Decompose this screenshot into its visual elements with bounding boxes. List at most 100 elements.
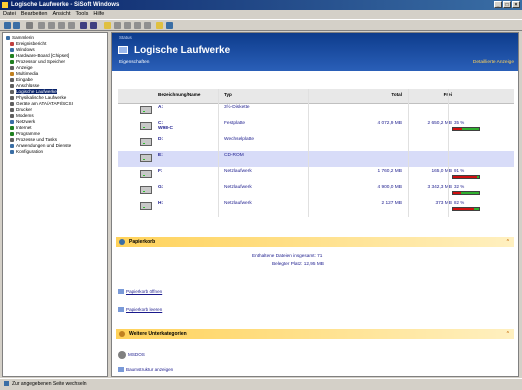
tree-icon (10, 47, 14, 52)
usage-bar-fill (453, 208, 475, 210)
drive-type: Netzlaufwerk (224, 201, 252, 206)
page-banner: Status Logische Laufwerke Eigenschaften … (112, 33, 518, 71)
usage-bar-fill (453, 192, 462, 194)
refresh-icon[interactable] (48, 22, 55, 29)
drive-icon (10, 89, 14, 94)
close-button[interactable]: × (512, 1, 520, 8)
table-row[interactable]: F: Netzlaufwerk 1 760,2 MB 165,0 MB 91 % (118, 167, 514, 183)
back-icon[interactable] (4, 22, 11, 29)
menu-edit[interactable]: Bearbeiten (21, 10, 48, 19)
help-icon[interactable] (166, 22, 173, 29)
folder-icon (119, 331, 125, 337)
column-divider (408, 89, 409, 217)
info-icon[interactable] (156, 22, 163, 29)
tree-icon (10, 59, 14, 64)
tree-icon (10, 53, 14, 58)
msdos-item[interactable]: MSDOS (118, 351, 145, 359)
recycle-bin-icon (118, 289, 124, 295)
drives-icon (118, 46, 128, 54)
view-icon[interactable] (134, 22, 141, 29)
drive-type: Festplatte (224, 121, 246, 126)
network-drive-icon (140, 170, 152, 178)
cdrom-drive-icon (140, 154, 152, 162)
tree-view-item[interactable]: Baumstruktur anzeigen (118, 367, 173, 373)
page-title: Logische Laufwerke (134, 45, 231, 56)
menu-help[interactable]: Hilfe (93, 10, 104, 19)
folder-icon[interactable] (104, 22, 111, 29)
table-row[interactable]: D: Wechselplatte (118, 135, 514, 151)
navigation-tree: Sammlerin Ereignisbericht Windows Hardwa… (2, 32, 108, 377)
open-recycle-bin-link[interactable]: Papierkorb öffnen (118, 289, 162, 295)
menu-file[interactable]: Datei (3, 10, 16, 19)
usage-bar-fill (453, 128, 463, 130)
save-icon[interactable] (80, 22, 87, 29)
properties-link[interactable]: Eigenschaften (119, 60, 149, 65)
column-header-type[interactable]: Typ (224, 92, 232, 97)
home-icon[interactable] (58, 22, 65, 29)
subcategories-section-header[interactable]: Weitere Unterkategorien ⌃ (116, 329, 514, 339)
usage-bar (452, 175, 480, 179)
maximize-button[interactable]: □ (503, 1, 511, 8)
print-icon[interactable] (90, 22, 97, 29)
drive-type: Netzlaufwerk (224, 185, 252, 190)
menu-tools[interactable]: Tools (76, 10, 89, 19)
stop-icon[interactable] (38, 22, 45, 29)
forward-icon[interactable] (13, 22, 20, 29)
table-row[interactable]: E: CD-ROM (118, 151, 514, 167)
drive-letter: D: (158, 137, 164, 142)
column-divider (218, 89, 219, 217)
column-header-name[interactable]: Bezeichnung/Name (158, 92, 200, 97)
drive-usage-percent: 35 % (454, 120, 465, 125)
collapse-icon[interactable]: ⌃ (506, 237, 510, 247)
menu-view[interactable]: Ansicht (52, 10, 70, 19)
main-panel: Status Logische Laufwerke Eigenschaften … (111, 32, 519, 377)
status-icon (4, 381, 9, 387)
search-icon[interactable] (68, 22, 75, 29)
empty-recycle-bin-link[interactable]: Papierkorb leeren (118, 307, 162, 313)
drive-letter: A: (158, 105, 164, 110)
copy-icon[interactable] (114, 22, 121, 29)
tree-node[interactable]: Konfiguration (10, 149, 43, 155)
drive-usage-percent: 82 % (454, 200, 465, 205)
paste-icon[interactable] (124, 22, 131, 29)
drive-letter: H: (158, 201, 164, 206)
collapse-icon[interactable]: ⌃ (506, 329, 510, 339)
hard-drive-icon (140, 122, 152, 130)
recycle-file-count: Enthaltene Dateien insgesamt: 71 (252, 253, 323, 258)
tree-icon (10, 101, 14, 106)
table-row[interactable]: A: 3½-Diskette (118, 103, 514, 119)
column-header-total[interactable]: Total (391, 92, 402, 97)
drive-type: Wechselplatte (224, 137, 255, 142)
column-divider (308, 89, 309, 217)
table-row[interactable]: C: W98-C Festplatte 4 072,9 MB 2 650,2 M… (118, 119, 514, 135)
removable-drive-icon (140, 138, 152, 146)
menu-bar: Datei Bearbeiten Ansicht Tools Hilfe (0, 10, 522, 19)
disk-icon (118, 351, 126, 359)
drive-type: CD-ROM (224, 153, 244, 158)
drive-total: 4 900,0 MB (377, 185, 402, 190)
table-row[interactable]: H: Netzlaufwerk 2 127 MB 373 MB 82 % (118, 199, 514, 215)
drive-total: 2 127 MB (381, 201, 402, 206)
options-icon[interactable] (144, 22, 151, 29)
tree-view-icon (118, 367, 124, 373)
detailed-view-link[interactable]: Detaillierte Anzeige (473, 60, 514, 65)
drive-letter: E: (158, 153, 163, 158)
tree-icon (10, 125, 14, 130)
tree-icon (10, 137, 14, 142)
breadcrumb[interactable]: Status (119, 35, 132, 40)
drive-letter: C: W98-C (158, 121, 173, 131)
drive-usage-percent: 32 % (454, 184, 465, 189)
up-icon[interactable] (26, 22, 33, 29)
tree-icon (10, 83, 14, 88)
toolbar (0, 19, 522, 31)
tree-icon (10, 113, 14, 118)
status-bar: Zur angegebenen Seite wechseln (0, 378, 522, 390)
table-row[interactable]: G: Netzlaufwerk 4 900,0 MB 3 342,3 MB 32… (118, 183, 514, 199)
drive-type: Netzlaufwerk (224, 169, 252, 174)
minimize-button[interactable]: _ (494, 1, 502, 8)
table-header: Bezeichnung/Name Typ Total Frei (118, 89, 514, 104)
recycle-bin-section-header[interactable]: Papierkorb ⌃ (116, 237, 514, 247)
drive-letter: G: (158, 185, 164, 190)
tree-icon (10, 107, 14, 112)
usage-bar (452, 127, 480, 131)
